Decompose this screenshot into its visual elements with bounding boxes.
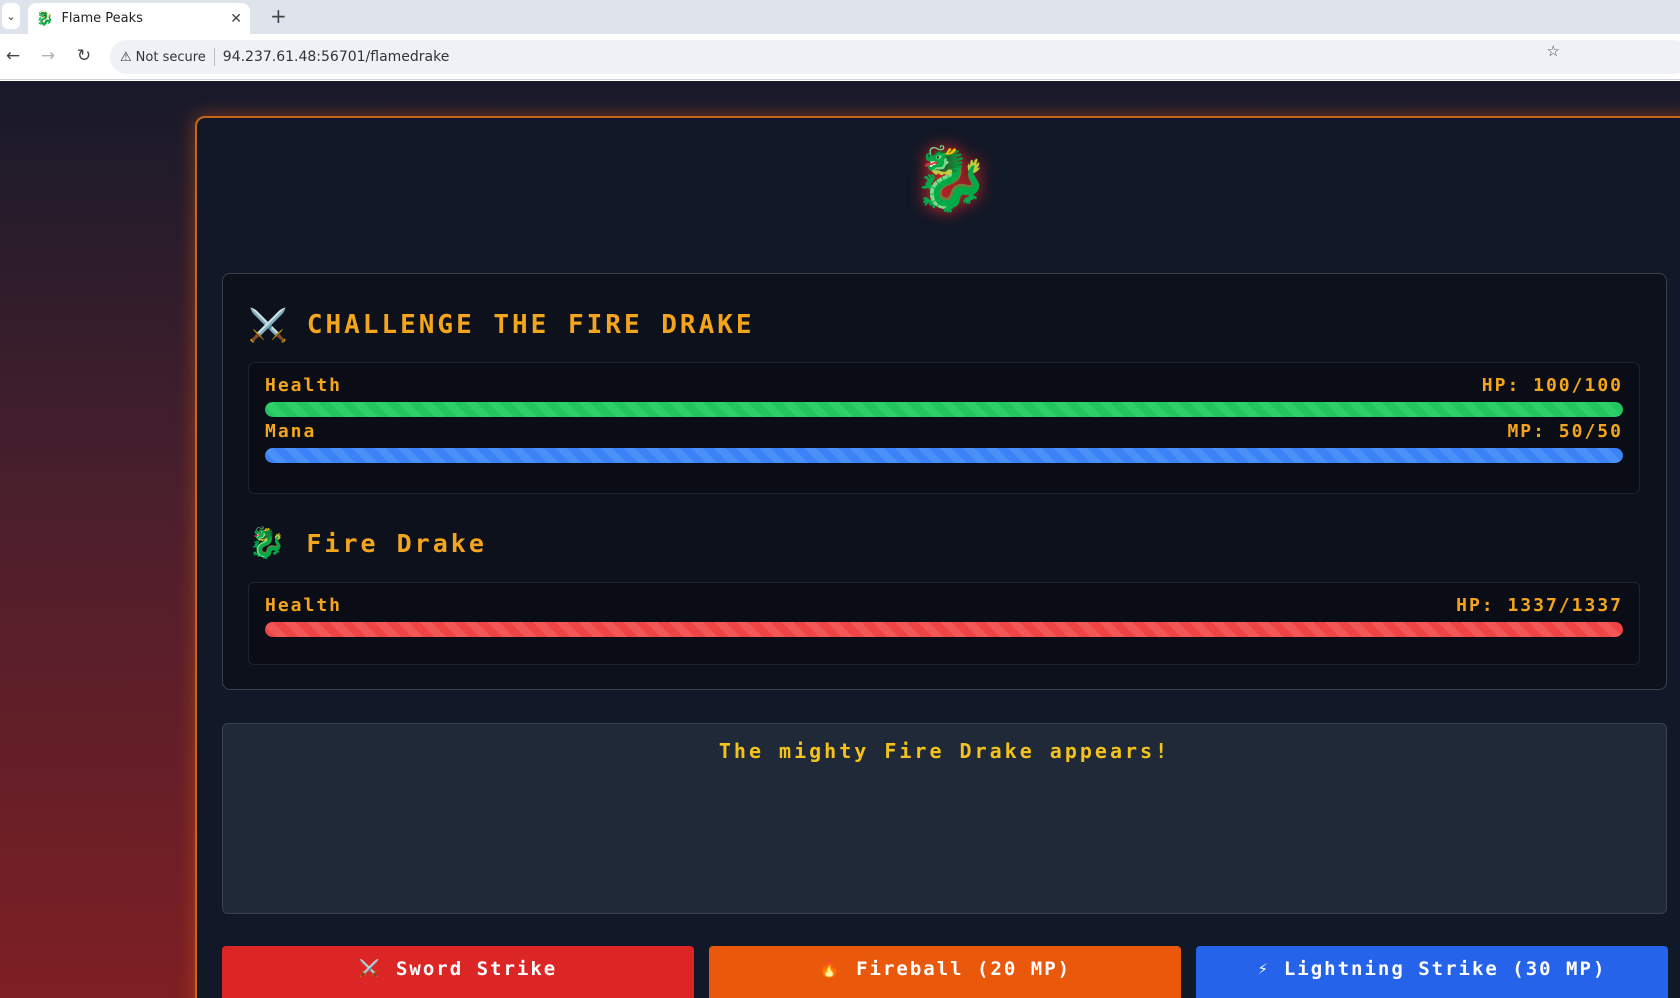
browser-tab-active[interactable]: 🐉 Flame Peaks ✕: [28, 3, 250, 34]
action-buttons: ⚔️ Sword Strike 🔥 Fireball (20 MP) ⚡ Lig…: [222, 946, 1668, 998]
player-health-value: HP: 100/100: [1481, 375, 1623, 396]
challenge-heading: ⚔️ CHALLENGE THE FIRE DRAKE: [248, 306, 755, 344]
tab-close-icon[interactable]: ✕: [230, 11, 242, 27]
back-arrow-icon[interactable]: ←: [2, 46, 24, 66]
player-mana-bar: [265, 448, 1623, 463]
fireball-label: Fireball (20 MP): [856, 958, 1072, 980]
enemy-health-row: Health HP: 1337/1337: [265, 595, 1623, 616]
forward-arrow-icon[interactable]: →: [37, 46, 59, 66]
reload-icon[interactable]: ↻: [73, 46, 95, 66]
sword-strike-button[interactable]: ⚔️ Sword Strike: [222, 946, 694, 998]
tab-title: Flame Peaks: [61, 11, 143, 26]
address-bar[interactable]: ⚠ Not secure 94.237.61.48:56701/flamedra…: [110, 40, 1680, 74]
lightning-icon: ⚡: [1257, 959, 1270, 979]
enemy-health-label: Health: [265, 595, 343, 616]
enemy-heading: 🐉 Fire Drake: [248, 526, 487, 561]
page-viewport: 🐉 ⚔️ CHALLENGE THE FIRE DRAKE Health HP:…: [0, 81, 1680, 998]
challenge-title-text: CHALLENGE THE FIRE DRAKE: [306, 310, 755, 340]
enemy-stats: Health HP: 1337/1337: [248, 582, 1640, 665]
lightning-strike-button[interactable]: ⚡ Lightning Strike (30 MP): [1196, 946, 1668, 998]
player-mana-row: Mana MP: 50/50: [265, 421, 1623, 442]
warning-triangle-icon[interactable]: ⚠: [120, 50, 132, 65]
browser-tabstrip: ⌄ 🐉 Flame Peaks ✕ +: [0, 0, 1680, 34]
crossed-swords-icon: ⚔️: [248, 306, 291, 344]
crossed-swords-icon: ⚔️: [358, 959, 382, 979]
omnibox-divider: [213, 48, 215, 66]
dragon-icon: 🐉: [248, 526, 289, 561]
battle-panel: ⚔️ CHALLENGE THE FIRE DRAKE Health HP: 1…: [222, 273, 1667, 690]
enemy-health-bar-fill: [265, 622, 1623, 637]
tab-favicon-icon: 🐉: [36, 10, 54, 27]
security-label[interactable]: Not secure: [136, 50, 206, 65]
fire-icon: 🔥: [818, 959, 843, 979]
game-container: 🐉 ⚔️ CHALLENGE THE FIRE DRAKE Health HP:…: [195, 116, 1680, 998]
tab-search-chevron-icon[interactable]: ⌄: [2, 3, 20, 29]
battle-log: The mighty Fire Drake appears!: [222, 723, 1667, 914]
fireball-button[interactable]: 🔥 Fireball (20 MP): [709, 946, 1181, 998]
url-text[interactable]: 94.237.61.48:56701/flamedrake: [223, 49, 450, 65]
player-mana-value: MP: 50/50: [1507, 421, 1623, 442]
battle-log-message: The mighty Fire Drake appears!: [718, 739, 1171, 763]
player-mana-label: Mana: [265, 421, 317, 442]
player-health-bar-fill: [265, 402, 1623, 417]
browser-toolbar: ← → ↻ ⚠ Not secure 94.237.61.48:56701/fl…: [0, 34, 1680, 80]
new-tab-plus-icon[interactable]: +: [270, 4, 287, 28]
enemy-health-value: HP: 1337/1337: [1456, 595, 1623, 616]
player-stats: Health HP: 100/100 Mana MP: 50/50: [248, 362, 1640, 494]
bookmark-star-icon[interactable]: ☆: [1547, 42, 1560, 60]
sword-strike-label: Sword Strike: [395, 958, 558, 980]
player-mana-bar-fill: [265, 448, 1623, 463]
player-health-label: Health: [265, 375, 343, 396]
player-health-bar: [265, 402, 1623, 417]
enemy-health-bar: [265, 622, 1623, 637]
lightning-strike-label: Lightning Strike (30 MP): [1283, 958, 1607, 980]
enemy-title-text: Fire Drake: [306, 529, 487, 558]
player-health-row: Health HP: 100/100: [265, 375, 1623, 396]
dragon-hero-icon: 🐉: [912, 142, 990, 215]
